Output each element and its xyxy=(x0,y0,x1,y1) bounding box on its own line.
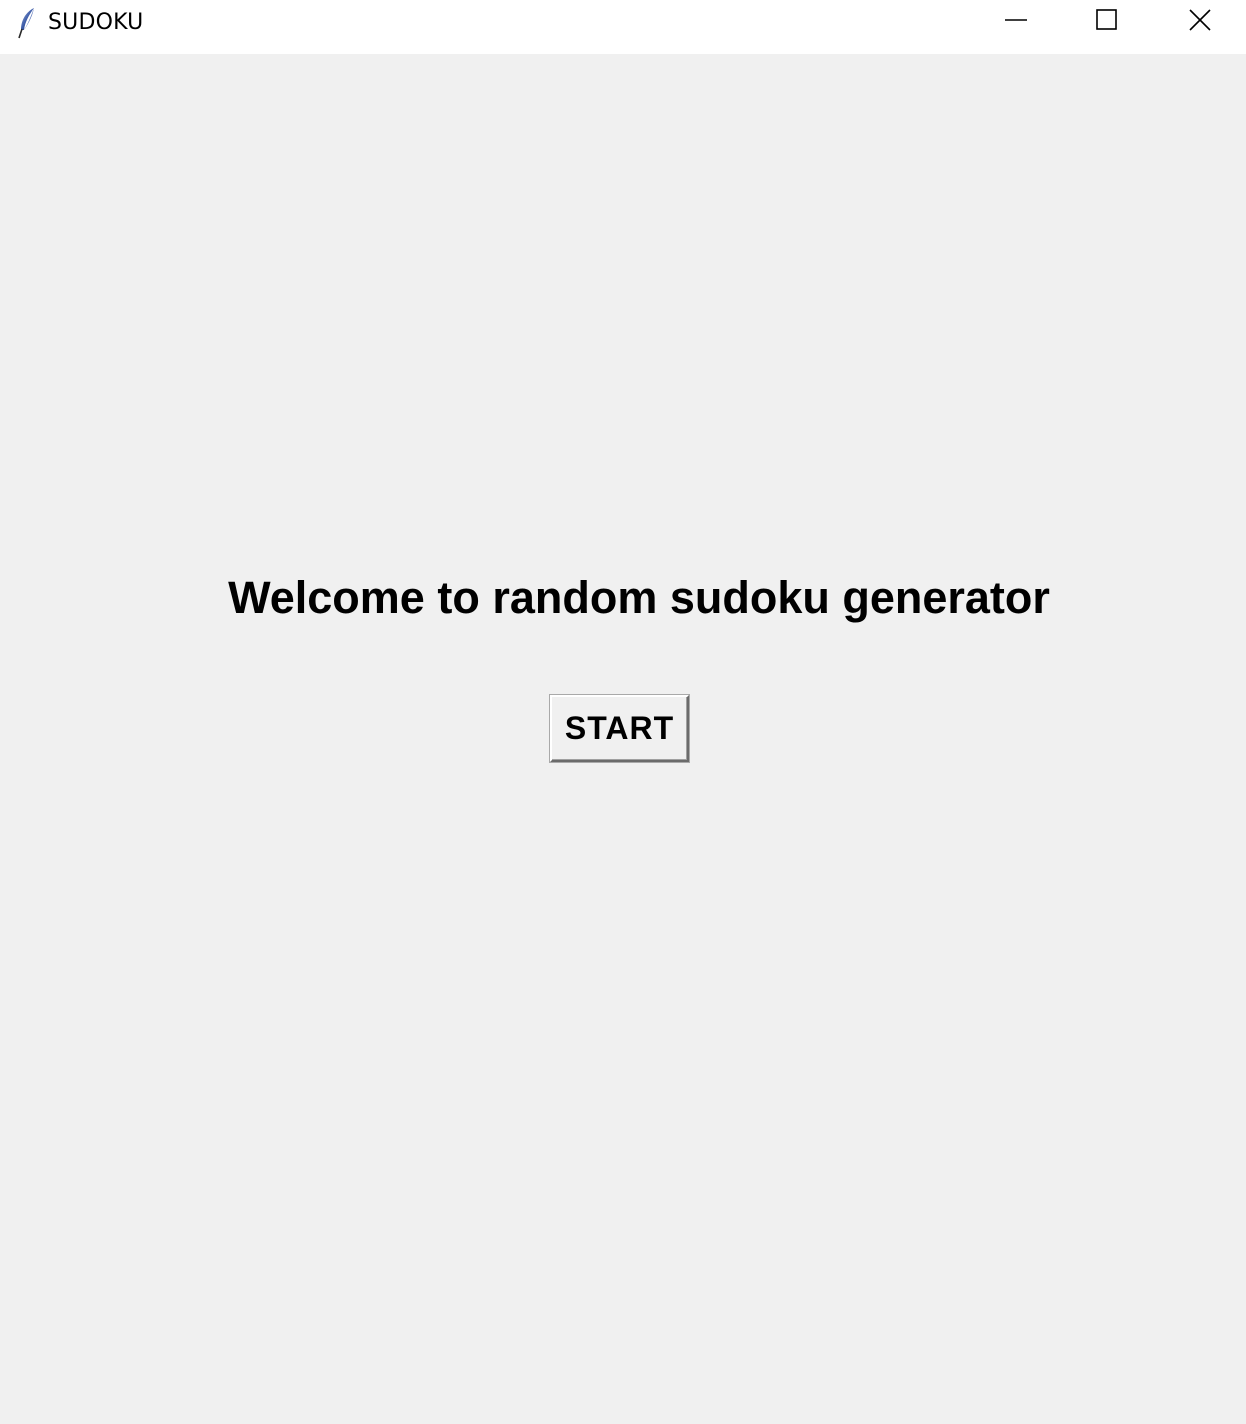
welcome-heading: Welcome to random sudoku generator xyxy=(228,572,1050,623)
maximize-icon xyxy=(1095,8,1119,37)
maximize-button[interactable] xyxy=(1061,0,1153,44)
feather-icon xyxy=(14,6,40,40)
start-button[interactable]: START xyxy=(550,695,689,762)
close-icon xyxy=(1188,8,1212,37)
close-button[interactable] xyxy=(1154,0,1246,44)
window-title: SUDOKU xyxy=(48,10,144,35)
app-window: SUDOKU Welcome to random sudoku generato… xyxy=(0,0,1246,1424)
minimize-button[interactable] xyxy=(970,0,1062,44)
title-bar[interactable]: SUDOKU xyxy=(0,0,1246,54)
minimize-icon xyxy=(1004,8,1028,37)
main-content: Welcome to random sudoku generator START xyxy=(0,54,1246,1424)
